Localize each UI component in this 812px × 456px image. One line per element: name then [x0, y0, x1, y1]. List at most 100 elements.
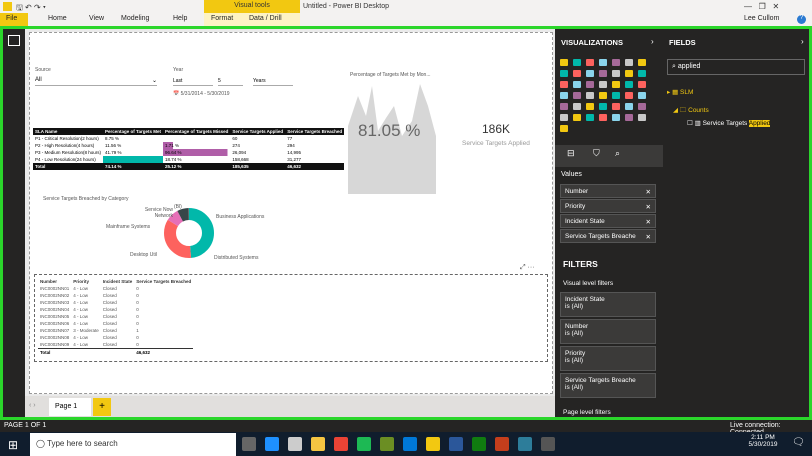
- incident-header-cell[interactable]: Priority: [71, 278, 101, 285]
- taskbar-app-icon[interactable]: [449, 437, 463, 451]
- year-mode-dropdown[interactable]: Last: [173, 78, 213, 86]
- visual-type-icon[interactable]: [560, 114, 568, 121]
- taskbar-app-icon[interactable]: [518, 437, 532, 451]
- field-service-targets-applied[interactable]: ☐ ▥ Service Targets Applied: [687, 119, 771, 127]
- filter-number[interactable]: Number is (All): [560, 319, 656, 344]
- taskbar-app-icon[interactable]: [403, 437, 417, 451]
- window-controls[interactable]: — ❐ ✕: [744, 2, 779, 11]
- incident-header-cell[interactable]: Incident State: [100, 278, 135, 285]
- well-priority[interactable]: Priority ✕: [560, 199, 656, 213]
- fields-search-input[interactable]: ⌕ applied: [667, 59, 805, 75]
- visual-type-icon[interactable]: [625, 103, 633, 110]
- well-service-targets-breached[interactable]: Service Targets Breache ✕: [560, 229, 656, 243]
- tab-view[interactable]: View: [89, 15, 104, 22]
- taskbar-app-icon[interactable]: [541, 437, 555, 451]
- analytics-icon[interactable]: ⌕: [615, 148, 620, 159]
- visual-type-icon[interactable]: [599, 70, 607, 77]
- report-view-icon[interactable]: [8, 35, 20, 46]
- visual-type-icon[interactable]: [599, 103, 607, 110]
- table-slm[interactable]: ▸ ▦ SLM: [667, 88, 693, 96]
- visual-type-icon[interactable]: [625, 59, 633, 66]
- incident-row[interactable]: INC0002NN08 4 - Low Closed 0: [38, 334, 193, 341]
- collapse-fields-icon[interactable]: ›: [801, 37, 804, 46]
- sla-header-cell[interactable]: Service Targets Breached: [285, 128, 345, 135]
- year-count-input[interactable]: 5: [218, 78, 243, 86]
- tab-help[interactable]: Help: [173, 15, 187, 22]
- tab-modeling[interactable]: Modeling: [121, 15, 149, 22]
- sla-row[interactable]: P1 - Critical Resolution(2 hours) 8.75 % 6…: [33, 135, 344, 142]
- visual-type-icon[interactable]: [586, 92, 594, 99]
- visual-type-icon[interactable]: [612, 114, 620, 121]
- visual-type-icon[interactable]: [638, 59, 646, 66]
- incident-row[interactable]: INC0002NN09 4 - Low Closed 0: [38, 341, 193, 349]
- taskbar-app-icon[interactable]: [380, 437, 394, 451]
- visual-type-icon[interactable]: [586, 114, 594, 121]
- taskbar-app-icon[interactable]: [357, 437, 371, 451]
- sla-row[interactable]: P3 - Medium Resolution(8 hours) 41.79 % 96…: [33, 149, 344, 156]
- taskbar-clock[interactable]: 2:11 PM 5/30/2019: [745, 434, 781, 448]
- taskbar-app-icon[interactable]: [311, 437, 325, 451]
- visual-type-icon[interactable]: [612, 81, 620, 88]
- visual-type-icon[interactable]: [638, 92, 646, 99]
- incident-row[interactable]: INC0002NN06 4 - Low Closed 0: [38, 320, 193, 327]
- visual-type-icon[interactable]: [625, 81, 633, 88]
- taskbar-app-icon[interactable]: [334, 437, 348, 451]
- tab-data-drill[interactable]: Data / Drill: [249, 15, 282, 22]
- incident-row[interactable]: INC0002NN04 4 - Low Closed 0: [38, 306, 193, 313]
- visual-type-icon[interactable]: [625, 114, 633, 121]
- taskbar-app-icon[interactable]: [288, 437, 302, 451]
- format-paint-icon[interactable]: ⛉: [593, 148, 600, 159]
- incident-row[interactable]: INC0002NN03 4 - Low Closed 0: [38, 299, 193, 306]
- sla-header-cell[interactable]: SLA Name: [33, 128, 104, 135]
- visual-type-icon[interactable]: [560, 81, 568, 88]
- filter-priority[interactable]: Priority is (All): [560, 346, 656, 371]
- visual-type-icon[interactable]: [612, 103, 620, 110]
- visual-type-icon[interactable]: [573, 92, 581, 99]
- incident-row[interactable]: INC0002NN07 3 - Moderate Closed 1: [38, 327, 193, 334]
- visual-type-icon[interactable]: [573, 81, 581, 88]
- visual-type-icon[interactable]: [625, 70, 633, 77]
- visual-header-icons[interactable]: ⤢ ···: [520, 264, 535, 272]
- filter-incident-state[interactable]: Incident State is (All): [560, 292, 656, 317]
- sla-header-cell[interactable]: Percentage of Targets Met: [103, 128, 163, 135]
- visual-type-icon[interactable]: [573, 59, 581, 66]
- page-nav-arrows[interactable]: ‹ ›: [29, 402, 36, 409]
- visual-type-icon[interactable]: [612, 59, 620, 66]
- folder-counts[interactable]: ◢ 🗀 Counts: [673, 106, 709, 117]
- source-slicer-dropdown[interactable]: All ⌄: [35, 77, 157, 86]
- visual-type-icon[interactable]: [638, 81, 646, 88]
- visual-type-icon[interactable]: [560, 92, 568, 99]
- incident-header-cell[interactable]: Service Targets Breached: [134, 278, 194, 285]
- visual-type-icon[interactable]: [599, 114, 607, 121]
- year-unit-dropdown[interactable]: Years: [253, 78, 293, 86]
- collapse-viz-icon[interactable]: ›: [651, 37, 654, 46]
- visual-type-icon[interactable]: [573, 114, 581, 121]
- incident-row[interactable]: INC0002NN02 4 - Low Closed 0: [38, 292, 193, 299]
- tab-home[interactable]: Home: [48, 15, 67, 22]
- notification-icon[interactable]: 🗨: [792, 437, 805, 448]
- incident-row[interactable]: INC0002NN05 4 - Low Closed 0: [38, 313, 193, 320]
- visual-type-gallery[interactable]: [560, 59, 658, 133]
- help-icon[interactable]: ?: [797, 15, 806, 24]
- tab-page-1[interactable]: Page 1: [49, 398, 91, 416]
- sla-header-cell[interactable]: Service Targets Applied: [230, 128, 286, 135]
- visual-type-icon[interactable]: [586, 81, 594, 88]
- taskbar-app-icon[interactable]: [495, 437, 509, 451]
- visual-type-icon[interactable]: [638, 70, 646, 77]
- visual-type-icon[interactable]: [586, 59, 594, 66]
- visual-type-icon[interactable]: [599, 59, 607, 66]
- visual-type-icon[interactable]: [638, 114, 646, 121]
- taskbar-search-box[interactable]: ◯ Type here to search: [30, 433, 236, 456]
- visual-type-icon[interactable]: [560, 70, 568, 77]
- taskbar-app-icon[interactable]: [265, 437, 279, 451]
- visual-type-icon[interactable]: [612, 92, 620, 99]
- taskbar-app-icon[interactable]: [472, 437, 486, 451]
- visual-type-icon[interactable]: [560, 103, 568, 110]
- well-number[interactable]: Number ✕: [560, 184, 656, 198]
- incident-row[interactable]: INC0002NN01 4 - Low Closed 0: [38, 285, 193, 292]
- taskbar-app-icon[interactable]: [426, 437, 440, 451]
- tab-format[interactable]: Format: [211, 15, 233, 22]
- visual-type-icon[interactable]: [638, 103, 646, 110]
- windows-start-icon[interactable]: ⊞: [8, 438, 18, 452]
- sla-header-cell[interactable]: Percentage of Targets Missed: [162, 128, 231, 135]
